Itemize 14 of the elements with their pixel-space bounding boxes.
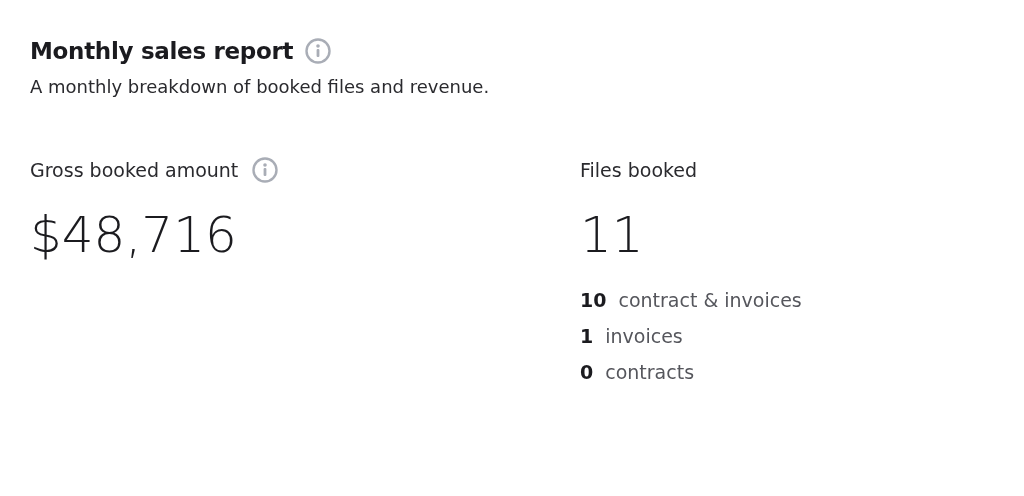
breakdown-count: 1 xyxy=(580,325,594,347)
report-title: Monthly sales report xyxy=(30,38,294,64)
info-icon[interactable] xyxy=(305,38,332,64)
metric-label: Files booked xyxy=(580,159,698,181)
breakdown-count: 0 xyxy=(580,361,594,383)
metric-value: $48,716 xyxy=(30,205,238,265)
breakdown-label: invoices xyxy=(605,325,683,347)
breakdown-label: contract & invoices xyxy=(618,289,802,311)
metric-label: Gross booked amount xyxy=(30,159,239,181)
breakdown-label: contracts xyxy=(605,361,695,383)
info-icon[interactable] xyxy=(252,157,279,183)
breakdown-count: 10 xyxy=(580,289,607,311)
report-subtitle: A monthly breakdown of booked files and revenue. xyxy=(30,76,491,97)
metric-value: 11 xyxy=(580,205,645,265)
